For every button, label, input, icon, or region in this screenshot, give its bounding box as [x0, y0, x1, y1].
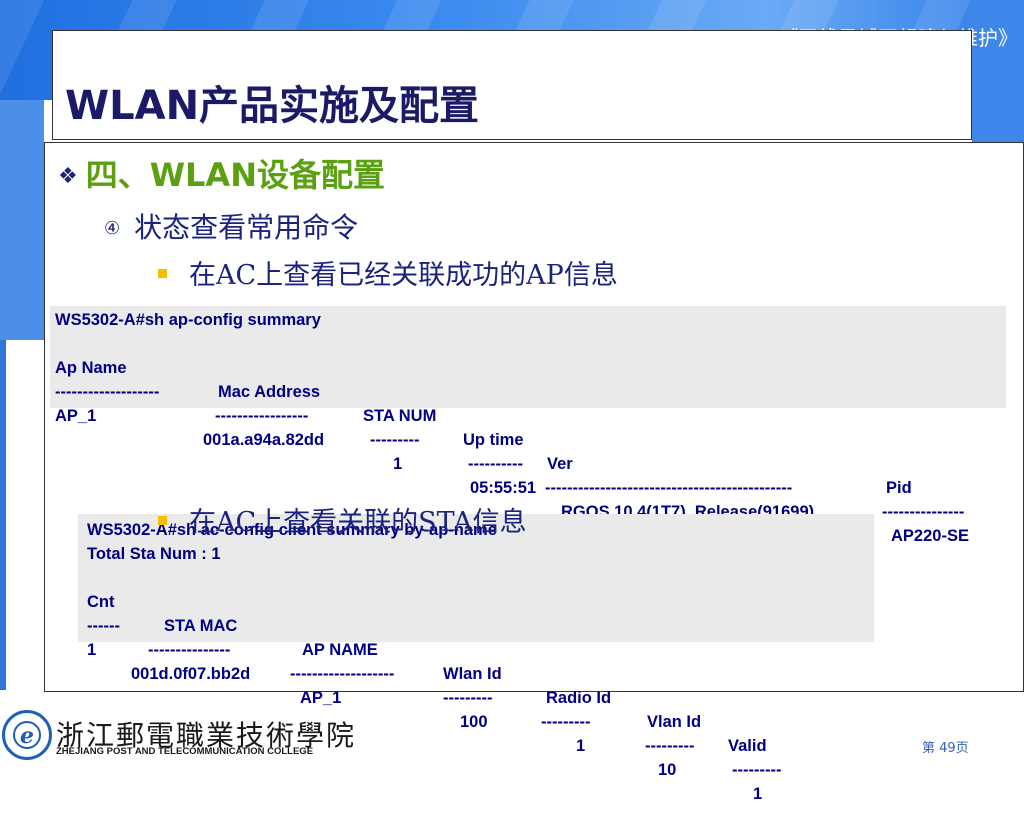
ap-name-cell: AP_1: [55, 407, 97, 425]
sta-data-row: 1 001d.0f07.bb2d AP_1 100 1 10 1: [78, 614, 762, 803]
ap-uptime-cell: 05:55:51: [470, 479, 537, 497]
square-bullet-icon: [158, 269, 167, 278]
sta-wlan-id-cell: 100: [460, 713, 488, 731]
circled-number: ④: [104, 218, 121, 239]
college-logo: e 浙江郵電職業技術學院 ZHEJIANG POST AND TELECOMMU…: [0, 706, 354, 768]
ap-separator-row: ------------------- ----------------- --…: [50, 356, 964, 521]
bullet-ap-info-text: 在AC上查看已经关联成功的AP信息: [189, 260, 618, 291]
left-accent-stripe: [0, 100, 44, 340]
sta-header-cell: AP NAME: [302, 641, 378, 659]
ap-separator: -----------------: [215, 407, 309, 425]
college-emblem-icon: e: [2, 710, 52, 760]
diamond-bullet-icon: ❖: [58, 164, 78, 189]
ap-separator: -------------------: [55, 383, 160, 401]
sta-separator: ---------: [541, 713, 591, 731]
sta-mac-cell: 001d.0f07.bb2d: [131, 665, 251, 683]
sta-separator: ---------: [645, 737, 695, 755]
sta-header-cell: Valid: [728, 737, 767, 755]
ap-command-line: WS5302-A#sh ap-config summary: [55, 311, 321, 329]
sta-vlan-id-cell: 10: [658, 761, 677, 779]
ap-separator: ----------------------------------------…: [545, 479, 793, 497]
sta-radio-id-cell: 1: [576, 737, 586, 755]
sta-valid-cell: 1: [753, 785, 763, 803]
ap-sta-num-cell: 1: [393, 455, 403, 473]
subsection-heading-text: 状态查看常用命令: [134, 211, 359, 244]
subsection-heading: ④ 状态查看常用命令: [104, 206, 358, 246]
slide-title: WLAN产品实施及配置: [65, 83, 480, 129]
sta-separator-row: ------ --------------- -----------------…: [78, 590, 781, 779]
sta-header-row: Cnt STA MAC AP NAME Wlan Id Radio Id Vla…: [78, 566, 767, 755]
square-bullet-icon: [158, 516, 167, 525]
college-name-en: ZHEJIANG POST AND TELECOMMUNICATION COLL…: [56, 746, 314, 757]
ap-header-cell: Up time: [463, 431, 524, 449]
ap-header-cell: Pid: [886, 479, 912, 497]
page-number: 第 49页: [922, 741, 969, 756]
ap-mac-cell: 001a.a94a.82dd: [203, 431, 325, 449]
section-heading: ❖ 四、WLAN设备配置: [58, 150, 385, 196]
bullet-sta-info: 在AC上查看关联的STA信息: [158, 500, 527, 539]
section-heading-text: 四、WLAN设备配置: [85, 156, 385, 194]
sta-separator: ---------: [732, 761, 782, 779]
sta-header-cell: Wlan Id: [443, 665, 502, 683]
sta-total-line: Total Sta Num : 1: [87, 545, 221, 563]
left-accent-line: [0, 340, 6, 690]
ap-header-cell: Mac Address: [218, 383, 321, 401]
ap-header-row: Ap Name Mac Address STA NUM Up time Ver …: [50, 332, 912, 497]
title-box: WLAN产品实施及配置: [52, 30, 972, 140]
sta-cnt-cell: 1: [87, 641, 97, 659]
sta-separator: ---------------: [148, 641, 231, 659]
bullet-ap-info: 在AC上查看已经关联成功的AP信息: [158, 253, 618, 292]
bullet-sta-info-text: 在AC上查看关联的STA信息: [189, 507, 527, 538]
sta-header-cell: STA MAC: [164, 617, 238, 635]
ap-summary-output: WS5302-A#sh ap-config summary Ap Name Ma…: [50, 306, 1006, 545]
sta-separator: -------------------: [290, 665, 395, 683]
ap-separator: ----------: [468, 455, 523, 473]
sta-header-cell: Vlan Id: [647, 713, 702, 731]
sta-separator: ---------: [443, 689, 493, 707]
emblem-letter: e: [20, 723, 34, 749]
ap-header-cell: Ver: [547, 455, 573, 473]
ap-separator: ---------------: [882, 503, 965, 521]
ap-separator: ---------: [370, 431, 420, 449]
ap-pid-cell: AP220-SE: [891, 527, 969, 545]
sta-header-cell: Radio Id: [546, 689, 612, 707]
ap-data-row: AP_1 001a.a94a.82dd 1 05:55:51 RGOS 10.4…: [50, 380, 969, 545]
ap-header-cell: STA NUM: [363, 407, 437, 425]
